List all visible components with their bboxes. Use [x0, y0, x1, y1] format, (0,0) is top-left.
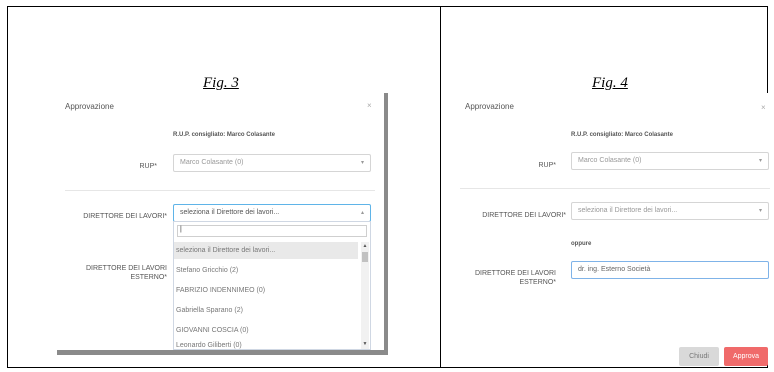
- dropdown-option[interactable]: GIOVANNI COSCIA (0): [174, 322, 358, 339]
- scroll-up-icon[interactable]: ▲: [362, 243, 368, 249]
- rup-label: RUP*: [139, 163, 157, 170]
- dl-dropdown: | seleziona il Direttore dei lavori... S…: [173, 221, 371, 350]
- dropdown-option[interactable]: Leonardo Giliberti (0): [174, 341, 358, 351]
- caret-down-icon: ▾: [360, 160, 364, 166]
- dropdown-option[interactable]: Stefano Gricchio (2): [174, 262, 358, 279]
- approve-button[interactable]: Approva: [724, 347, 768, 366]
- approval-dialog-fig3: Approvazione × R.U.P. consigliato: Marco…: [57, 93, 384, 350]
- dl-ext-label-line2: ESTERNO*: [130, 274, 167, 281]
- dl-select-value: seleziona il Direttore dei lavori...: [180, 209, 280, 216]
- caret-down-icon: ▾: [758, 158, 762, 164]
- rup-select-value: Marco Colasante (0): [180, 159, 244, 166]
- dropdown-option[interactable]: FABRIZIO INDENNIMEO (0): [174, 282, 358, 299]
- approval-dialog-fig4: Approvazione × R.U.P. consigliato: Marco…: [452, 93, 774, 366]
- figure-caption-3: Fig. 3: [203, 75, 239, 91]
- dl-select[interactable]: seleziona il Direttore dei lavori... ▾: [571, 202, 769, 220]
- scroll-down-icon[interactable]: ▼: [362, 341, 368, 347]
- dl-ext-label-line1: DIRETTORE DEI LAVORI: [85, 265, 167, 272]
- dl-search-input[interactable]: |: [177, 225, 367, 237]
- dl-ext-input[interactable]: dr. ing. Esterno Società: [571, 261, 769, 279]
- dl-ext-label: DIRETTORE DEI LAVORI ESTERNO*: [452, 269, 556, 287]
- dialog-title: Approvazione: [65, 102, 114, 111]
- rup-hint: R.U.P. consigliato: Marco Colasante: [173, 132, 275, 138]
- section-divider: [460, 188, 770, 189]
- rup-select[interactable]: Marco Colasante (0) ▾: [173, 154, 371, 172]
- dl-ext-label-line1: DIRETTORE DEI LAVORI: [474, 270, 556, 277]
- dl-label: DIRETTORE DEI LAVORI*: [482, 212, 566, 219]
- close-icon[interactable]: ×: [367, 101, 372, 110]
- caret-up-icon: ▴: [360, 210, 364, 216]
- table-divider: [440, 6, 441, 368]
- close-button[interactable]: Chiudi: [679, 347, 719, 366]
- dl-ext-label: DIRETTORE DEI LAVORI ESTERNO*: [57, 264, 167, 282]
- rup-label: RUP*: [538, 162, 556, 169]
- rup-select[interactable]: Marco Colasante (0) ▾: [571, 152, 769, 170]
- backdrop-edge: [384, 93, 388, 353]
- close-icon[interactable]: ×: [761, 103, 766, 112]
- rup-select-value: Marco Colasante (0): [578, 157, 642, 164]
- section-divider: [65, 190, 375, 191]
- figure-caption-4: Fig. 4: [592, 75, 628, 91]
- dialog-title: Approvazione: [465, 102, 514, 111]
- scroll-thumb[interactable]: [362, 252, 368, 262]
- rup-hint: R.U.P. consigliato: Marco Colasante: [571, 132, 673, 138]
- dropdown-option[interactable]: seleziona il Direttore dei lavori...: [174, 242, 358, 259]
- dl-select[interactable]: seleziona il Direttore dei lavori... ▴: [173, 204, 371, 222]
- oppure-label: oppure: [571, 241, 592, 247]
- caret-down-icon: ▾: [758, 208, 762, 214]
- dropdown-option[interactable]: Gabriella Sparano (2): [174, 302, 358, 319]
- dl-select-value: seleziona il Direttore dei lavori...: [578, 207, 678, 214]
- dropdown-option-label: Leonardo Giliberti (0): [176, 342, 242, 349]
- dl-label: DIRETTORE DEI LAVORI*: [83, 213, 167, 220]
- dl-ext-label-line2: ESTERNO*: [519, 279, 556, 286]
